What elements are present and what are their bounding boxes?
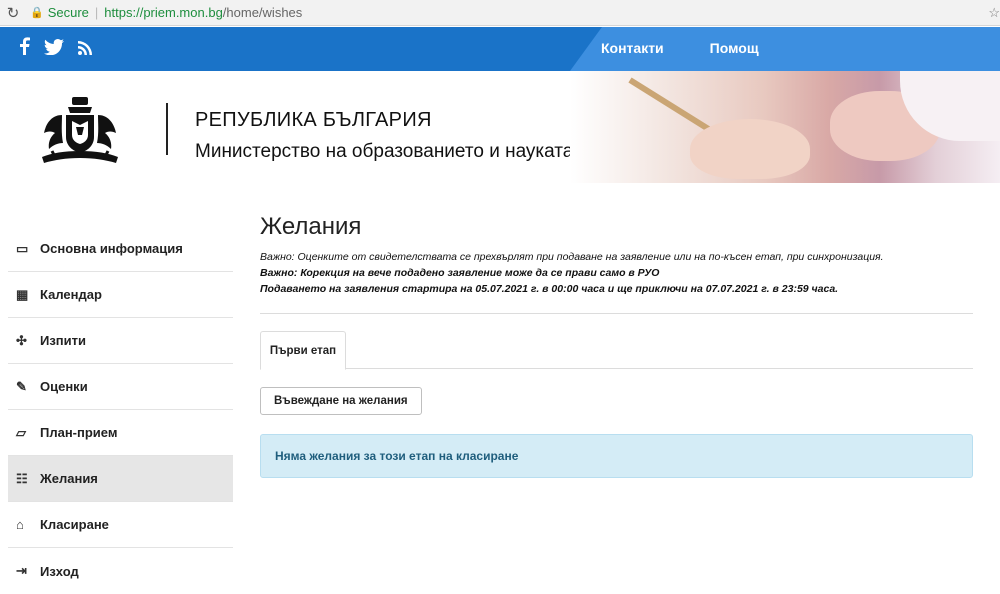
org-ministry: Министерство на образованието и науката <box>195 141 574 162</box>
no-wishes-alert: Няма желания за този етап на класиране <box>260 434 973 478</box>
tab-first-stage[interactable]: Първи етап <box>260 331 346 370</box>
sidebar-item-ranking[interactable]: ⌂ Класиране <box>8 502 233 548</box>
address-separator: | <box>94 5 99 20</box>
sidebar-item-label: Класиране <box>40 517 109 532</box>
sidebar-item-label: Основна информация <box>40 241 183 256</box>
top-nav: Контакти Помощ <box>601 40 759 56</box>
reload-icon[interactable]: ↻ <box>0 4 26 22</box>
main-content: Желания Важно: Оценките от свидетелстват… <box>260 210 973 478</box>
secure-label: Secure <box>47 5 89 20</box>
rss-icon[interactable] <box>78 38 92 62</box>
url-host[interactable]: https://priem.mon.bg <box>104 5 223 20</box>
coat-of-arms-icon[interactable] <box>32 95 128 169</box>
list-icon: ☷ <box>16 470 28 486</box>
sidebar-item-main-info[interactable]: ▭ Основна информация <box>8 226 233 272</box>
banner-hand <box>690 119 810 179</box>
note-correction: Важно: Корекция на вече подадено заявлен… <box>260 267 660 279</box>
note-grades-transfer: Важно: Оценките от свидетелствата се пре… <box>260 251 884 263</box>
header-banner-image <box>570 71 1000 183</box>
header-divider <box>166 103 168 155</box>
sidebar-item-logout[interactable]: ⇥ Изход <box>8 548 233 594</box>
calendar-icon: ▦ <box>16 286 29 302</box>
stage-tabs: Първи етап <box>260 331 973 370</box>
monitor-icon: ▭ <box>16 240 29 256</box>
bookmark-star-icon[interactable]: ☆ <box>986 5 1000 21</box>
edit-icon: ✎ <box>16 378 27 394</box>
sidebar-item-label: Оценки <box>40 379 88 394</box>
important-notes: Важно: Оценките от свидетелствата се пре… <box>260 249 973 297</box>
enter-wishes-button[interactable]: Въвеждане на желания <box>260 387 422 415</box>
note-submission-period: Подаването на заявления стартира на 05.0… <box>260 283 839 295</box>
sidebar-item-calendar[interactable]: ▦ Календар <box>8 272 233 318</box>
nav-contacts-link[interactable]: Контакти <box>601 40 664 56</box>
sidebar-item-label: Изход <box>40 563 79 579</box>
page-title: Желания <box>260 213 362 240</box>
browser-address-bar[interactable]: ↻ 🔒 Secure | https://priem.mon.bg/home/w… <box>0 0 1000 26</box>
sidebar-item-label: Календар <box>40 287 102 302</box>
sidebar-item-admission-plan[interactable]: ▱ План-прием <box>8 410 233 456</box>
divider <box>260 313 973 314</box>
bank-icon: ⌂ <box>16 517 24 532</box>
sidebar-item-grades[interactable]: ✎ Оценки <box>8 364 233 410</box>
org-country: РЕПУБЛИКА БЪЛГАРИЯ <box>195 109 432 131</box>
sidebar-item-label: Желания <box>40 471 98 486</box>
puzzle-icon: ✣ <box>16 332 27 348</box>
sidebar-item-wishes[interactable]: ☷ Желания <box>8 456 233 502</box>
folder-icon: ▱ <box>16 424 26 440</box>
sidebar-item-exams[interactable]: ✣ Изпити <box>8 318 233 364</box>
sidebar-item-label: План-прием <box>40 425 118 440</box>
sidebar-item-label: Изпити <box>40 333 87 348</box>
sidebar: ▭ Основна информация ▦ Календар ✣ Изпити… <box>8 226 233 594</box>
social-links <box>18 37 92 62</box>
twitter-icon[interactable] <box>44 38 64 62</box>
nav-help-link[interactable]: Помощ <box>710 40 759 56</box>
site-header: РЕПУБЛИКА БЪЛГАРИЯ Министерство на образ… <box>0 71 1000 183</box>
facebook-icon[interactable] <box>18 37 30 62</box>
lock-icon: 🔒 <box>30 7 44 19</box>
logout-icon: ⇥ <box>16 563 27 578</box>
top-bar: Контакти Помощ <box>0 27 1000 71</box>
url-path[interactable]: /home/wishes <box>223 5 302 20</box>
